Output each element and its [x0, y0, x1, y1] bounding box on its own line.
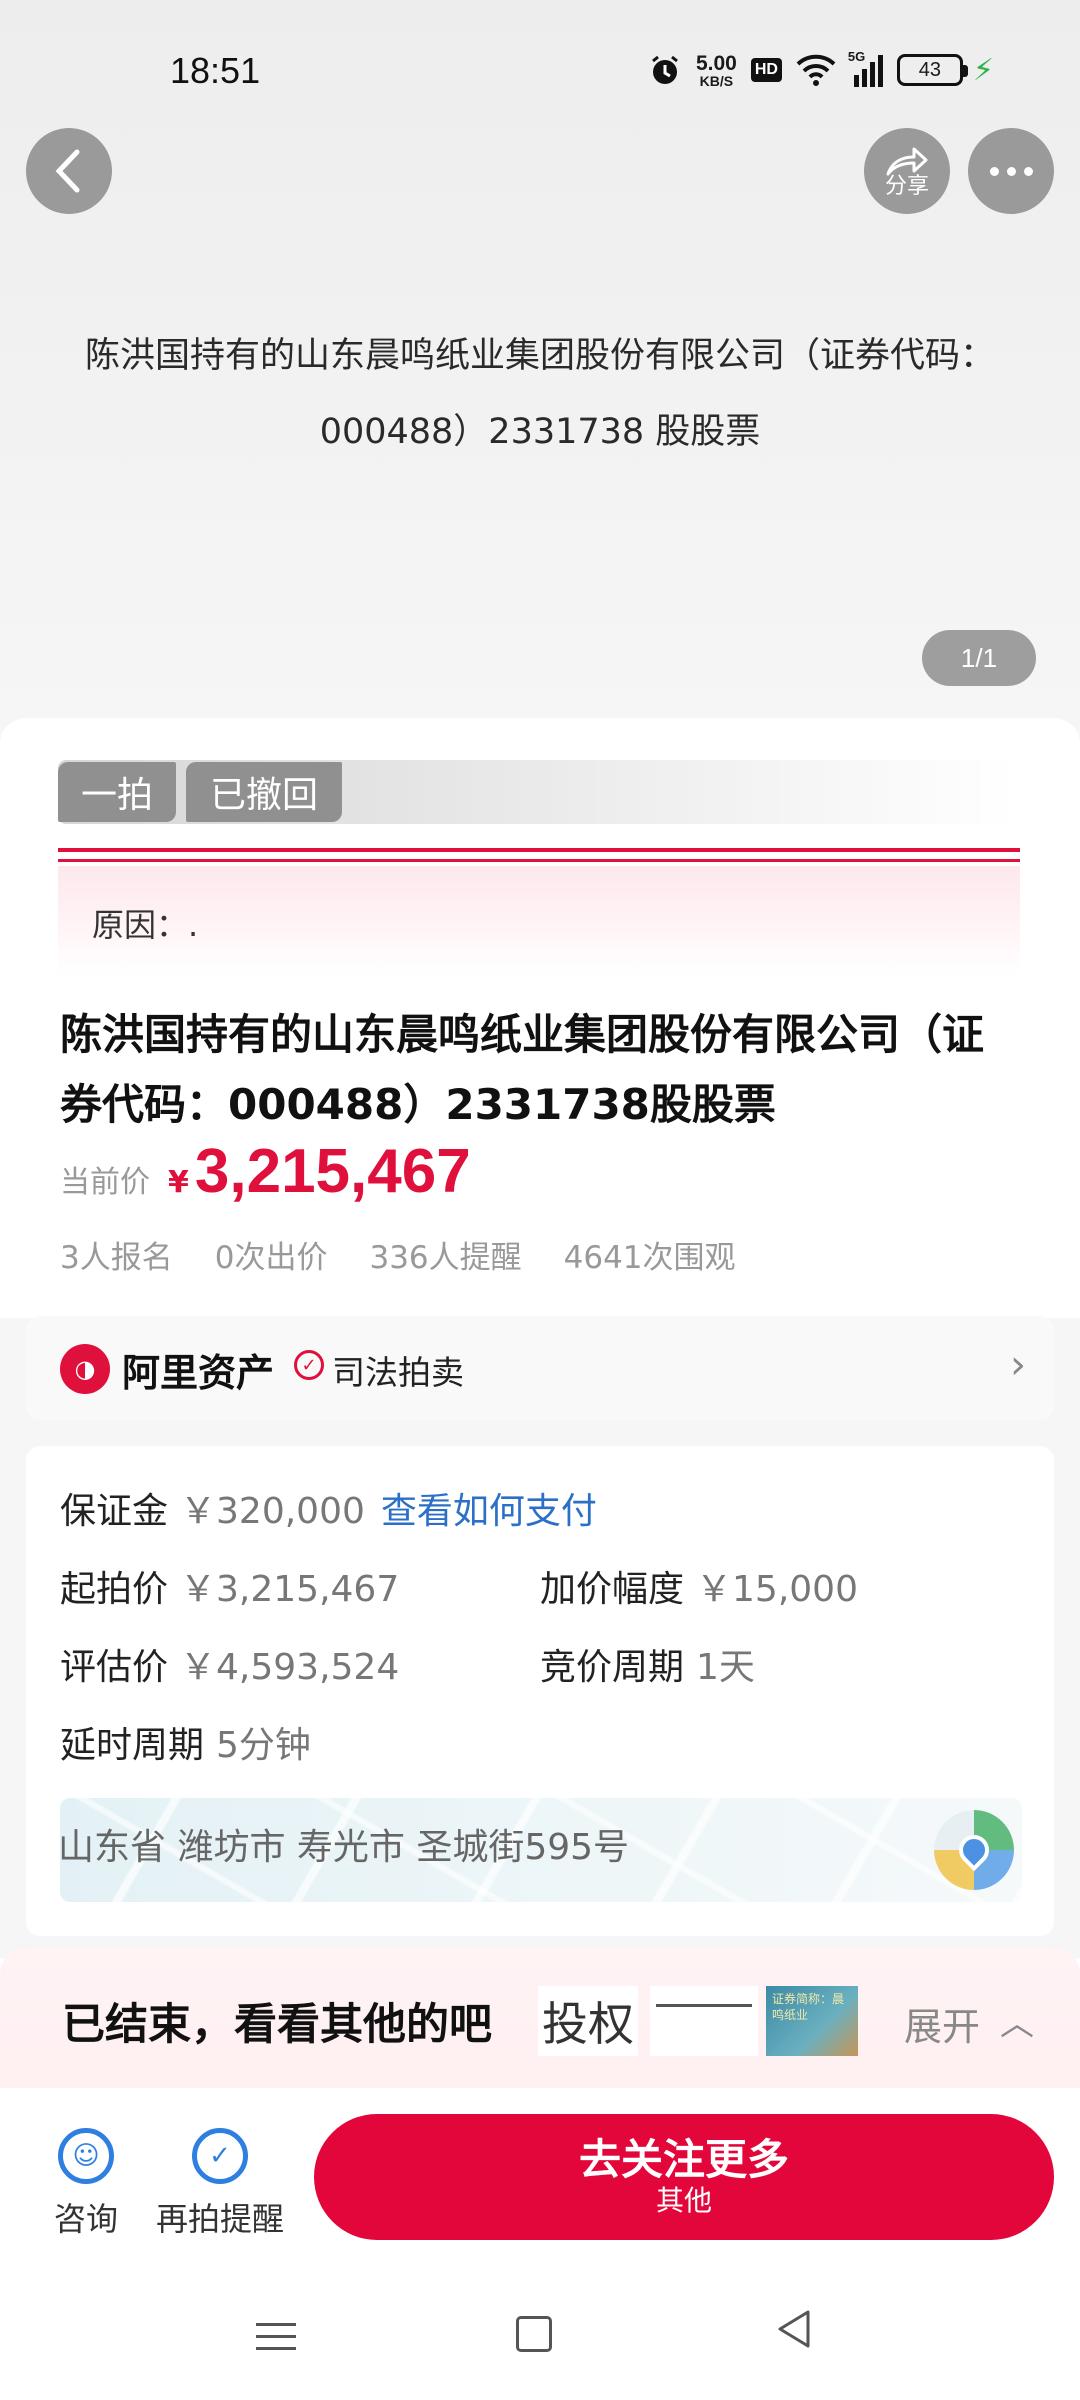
net-speed-unit: KB/S: [699, 72, 734, 89]
wifi-icon: [796, 54, 836, 86]
related-thumb-3-text: 证券简称：晨鸣纸业: [772, 1992, 845, 2022]
hd-badge: HD: [750, 58, 782, 82]
status-divider: [58, 848, 1020, 862]
related-thumb-3[interactable]: 证券简称：晨鸣纸业: [766, 1986, 858, 2056]
appraisal-line: 评估价 ￥4,593,524: [60, 1638, 399, 1690]
status-tag: 已撤回: [186, 762, 342, 822]
address-text: 山东省 潍坊市 寿光市 圣城街595号: [58, 1827, 630, 1868]
map-pin-icon[interactable]: [934, 1810, 1014, 1890]
stats-row: 3人报名 0次出价 336人提醒 4641次围观: [60, 1232, 736, 1277]
start-price-line: 起拍价 ￥3,215,467: [60, 1560, 399, 1612]
battery-icon: 43: [896, 54, 968, 86]
stat-signups: 3人报名: [60, 1240, 173, 1276]
increment-line: 加价幅度 ￥15,000: [540, 1560, 858, 1612]
check-circle-icon: ✓: [294, 1350, 324, 1380]
chevron-up-icon[interactable]: ︿: [1000, 1996, 1034, 2045]
withdraw-reason: 原因：.: [92, 906, 199, 944]
current-price: 3,215,467: [194, 1137, 471, 1206]
price-label: 当前价: [60, 1165, 150, 1200]
charging-icon: ⚡: [972, 52, 994, 88]
deposit-line: 保证金 ￥320,000 查看如何支付: [60, 1482, 597, 1534]
appraisal-value: ￥4,593,524: [180, 1647, 400, 1688]
brand-name: 阿里资产: [122, 1351, 275, 1395]
more-dots-icon: [989, 166, 1033, 176]
back-button[interactable]: [26, 128, 112, 214]
battery-level: 43: [918, 58, 942, 81]
share-button[interactable]: 分享: [864, 128, 950, 214]
bid-cycle-label: 竞价周期: [540, 1647, 685, 1688]
status-icons: 5.00 KB/S HD 5G 43 ⚡: [648, 48, 994, 92]
delay-cycle-label: 延时周期: [60, 1725, 205, 1766]
increment-value: ￥15,000: [696, 1569, 858, 1610]
delay-cycle-value: 5分钟: [216, 1725, 311, 1766]
status-time: 18:51: [170, 50, 261, 91]
delay-cycle-line: 延时周期 5分钟: [60, 1716, 311, 1768]
follow-more-sublabel: 其他: [655, 2184, 712, 2218]
stat-bids: 0次出价: [214, 1240, 328, 1276]
deposit-label: 保证金: [60, 1491, 169, 1532]
net-speed-value: 5.00: [695, 51, 737, 75]
stat-views: 4641次围观: [563, 1240, 736, 1276]
image-pager: 1/1: [922, 630, 1036, 686]
consult-button[interactable]: ☺ 咨询: [54, 2128, 118, 2240]
more-button[interactable]: [968, 128, 1054, 214]
related-thumb-2[interactable]: [650, 1986, 758, 2056]
related-thumb-1-text: 投权: [542, 1997, 634, 2051]
how-to-pay-link[interactable]: 查看如何支付: [381, 1491, 597, 1532]
follow-more-button[interactable]: 去关注更多 其他: [314, 2114, 1054, 2240]
hero-title: 陈洪国持有的山东晨鸣纸业集团股份有限公司（证券代码： 000488）233173…: [0, 318, 1080, 470]
customer-service-icon: ☺: [58, 2128, 114, 2184]
deposit-value: ￥320,000: [180, 1491, 365, 1532]
hero-title-line-1: 陈洪国持有的山东晨鸣纸业集团股份有限公司（证券代码：: [84, 336, 995, 376]
signal-label: 5G: [847, 49, 866, 64]
alarm-clock-icon: ✓: [192, 2128, 248, 2184]
auction-reminder-label: 再拍提醒: [156, 2200, 285, 2238]
appraisal-label: 评估价: [60, 1647, 169, 1688]
bid-cycle-value: 1天: [696, 1647, 755, 1688]
expand-button[interactable]: 展开: [904, 1996, 980, 2051]
increment-label: 加价幅度: [540, 1569, 685, 1610]
ali-assets-logo-icon: ◑: [60, 1344, 110, 1394]
chevron-left-icon: [55, 149, 80, 193]
price-row: 当前价 ¥ 3,215,467: [60, 1136, 471, 1212]
brand-row[interactable]: ◑ 阿里资产 ✓ 司法拍卖 ›: [26, 1316, 1054, 1420]
consult-label: 咨询: [54, 2200, 119, 2238]
item-title: 陈洪国持有的山东晨鸣纸业集团股份有限公司（证券代码：000488）2331738…: [60, 1010, 985, 1129]
share-icon: [886, 147, 928, 176]
start-price-value: ￥3,215,467: [180, 1569, 400, 1610]
signal-icon: 5G: [848, 49, 883, 87]
auction-reminder-button[interactable]: ✓ 再拍提醒: [156, 2128, 284, 2240]
reason-box: [58, 866, 1020, 976]
back-triangle-icon[interactable]: [774, 2308, 814, 2360]
bid-cycle-line: 竞价周期 1天: [540, 1638, 755, 1690]
status-bar: 18:51 5.00 KB/S HD 5G 43 ⚡: [0, 40, 1080, 100]
round-tag: 一拍: [58, 762, 176, 822]
related-thumb-1[interactable]: 投权: [538, 1986, 638, 2056]
stat-reminders: 336人提醒: [369, 1240, 522, 1276]
hero-title-line-2: 000488）2331738 股股票: [319, 412, 761, 452]
follow-more-label: 去关注更多: [578, 2135, 789, 2185]
ended-text: 已结束，看看其他的吧: [62, 2000, 492, 2050]
menu-icon[interactable]: [256, 2314, 296, 2359]
start-price-label: 起拍价: [60, 1569, 169, 1610]
price-currency: ¥: [168, 1165, 189, 1200]
home-square-icon[interactable]: [516, 2316, 552, 2352]
net-speed: 5.00 KB/S: [696, 53, 737, 88]
judicial-auction-label: 司法拍卖: [332, 1353, 464, 1392]
chevron-right-icon: ›: [1010, 1342, 1026, 1388]
alarm-icon: [648, 53, 682, 87]
share-label: 分享: [884, 174, 929, 199]
